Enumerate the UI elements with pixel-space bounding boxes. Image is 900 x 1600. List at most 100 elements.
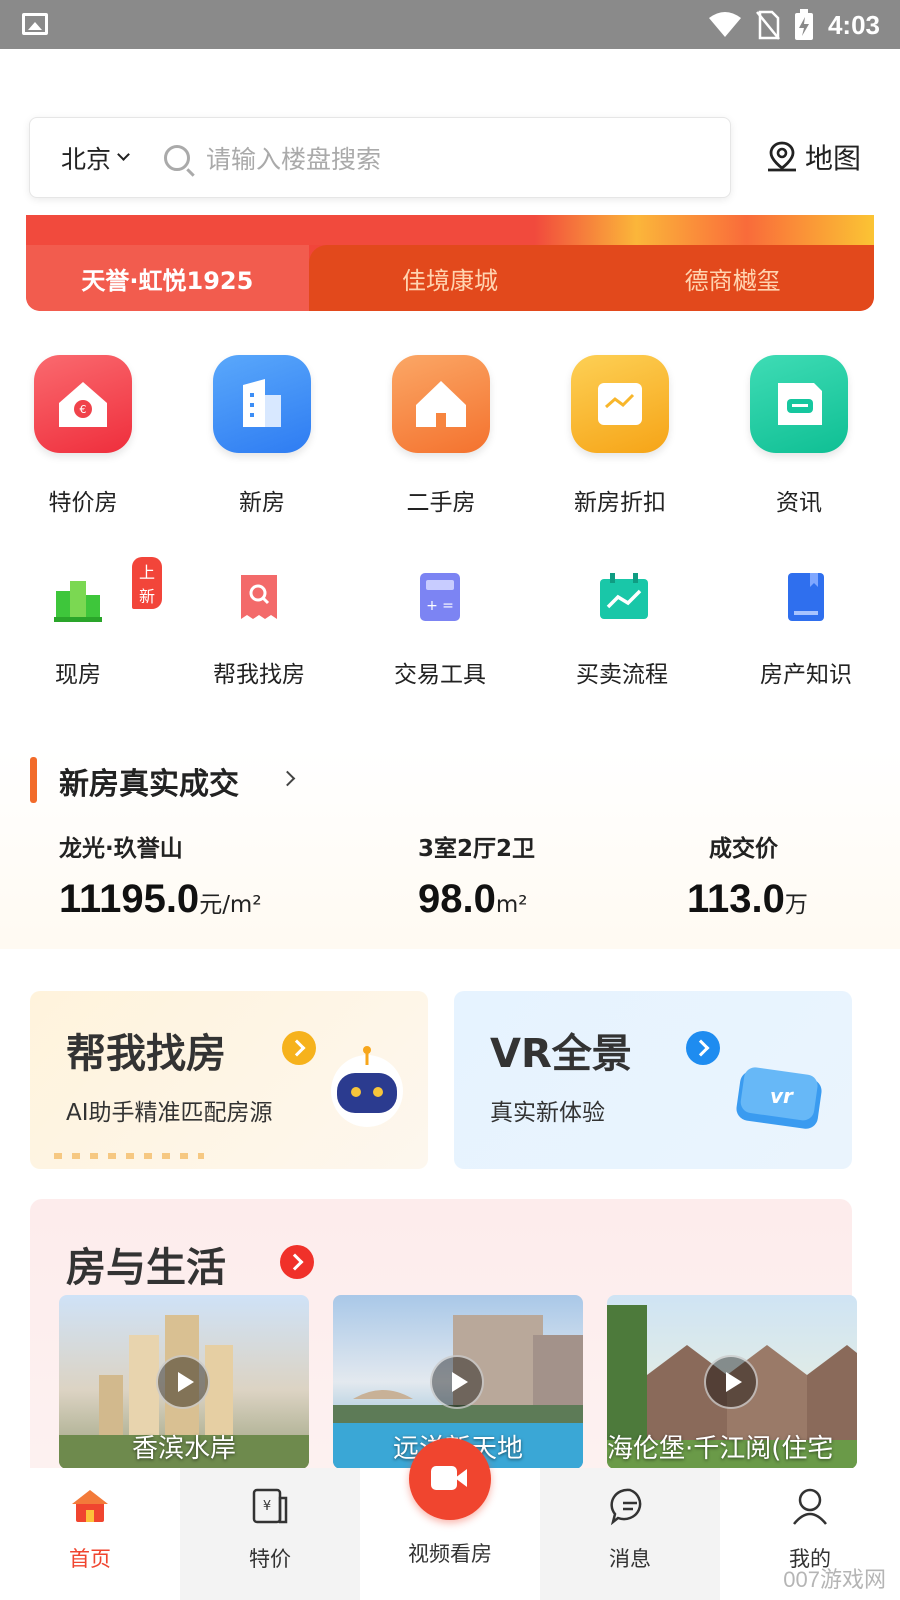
category-ready-house[interactable]: 上新 现房: [8, 557, 163, 689]
battery-charging-icon: [794, 9, 813, 40]
category-second-hand[interactable]: 二手房: [371, 355, 511, 517]
category-label: 买卖流程: [576, 662, 668, 688]
play-icon: [430, 1355, 484, 1409]
find-house-card[interactable]: 帮我找房 AI助手精准匹配房源: [30, 991, 428, 1169]
tab-special[interactable]: ¥ 特价: [180, 1468, 360, 1600]
book-icon: [782, 571, 830, 623]
banner-decoration: [26, 215, 874, 245]
svg-text:=: =: [442, 598, 454, 614]
map-button[interactable]: 地图: [765, 137, 861, 177]
video-card[interactable]: 香滨水岸: [59, 1295, 309, 1469]
deal-project-col: 龙光·玖誉山 11195.0元/m²: [59, 829, 262, 922]
search-icon: [164, 144, 191, 171]
project-tabs: 天誉·虹悦1925 佳境康城 德商樾玺: [26, 245, 874, 311]
tab-project-1[interactable]: 天誉·虹悦1925: [26, 245, 309, 311]
message-icon: [610, 1488, 642, 1526]
home-icon: [72, 1490, 108, 1522]
ready-house-icon: 上新: [54, 557, 163, 623]
city-selector[interactable]: 北京: [61, 140, 130, 176]
video-camera-icon[interactable]: [409, 1438, 491, 1520]
category-special-price[interactable]: € 特价房: [13, 355, 153, 517]
sub-category-grid: 上新 现房 帮我找房 + = 交易工具 买卖流程 房产知识: [0, 557, 900, 701]
category-trade-process[interactable]: 买卖流程: [552, 571, 692, 689]
tab-home[interactable]: 首页: [0, 1468, 180, 1600]
deal-area-unit: m²: [495, 892, 528, 918]
category-discount[interactable]: 新房折扣: [550, 355, 690, 517]
category-new-house[interactable]: 新房: [192, 355, 332, 517]
new-building-icon: [213, 355, 311, 453]
category-label: 资讯: [776, 490, 822, 516]
image-notification-icon: [22, 13, 48, 35]
deal-price-label: 成交价: [709, 836, 778, 862]
svg-text:€: €: [80, 403, 87, 416]
deal-price-col: 成交价 113.0万: [687, 829, 808, 922]
city-label: 北京: [61, 144, 112, 174]
tab-label: 消息: [609, 1547, 651, 1571]
category-knowledge[interactable]: 房产知识: [736, 571, 876, 689]
deal-layout: 3室2厅2卫: [418, 836, 536, 862]
discount-chart-icon: [571, 355, 669, 453]
tab-project-3[interactable]: 德商樾玺: [591, 245, 874, 311]
project-banner[interactable]: 天誉·虹悦1925 佳境康城 德商樾玺: [26, 215, 874, 311]
category-trade-tools[interactable]: + = 交易工具: [370, 571, 510, 689]
home-page: 北京 请输入楼盘搜索 地图 天誉·虹悦1925 佳境康城 德商樾玺 € 特价房: [0, 49, 900, 1600]
section-title: 新房真实成交: [59, 767, 239, 802]
tab-label: 首页: [69, 1547, 111, 1571]
category-label: 特价房: [48, 490, 118, 516]
second-hand-house-icon: [392, 355, 490, 453]
price-house-icon: €: [34, 355, 132, 453]
section-accent-bar: [30, 757, 37, 803]
deal-price: 113.0: [687, 877, 785, 921]
search-bar[interactable]: 北京 请输入楼盘搜索: [29, 117, 731, 198]
no-sim-icon: [755, 10, 780, 40]
tab-label: 特价: [249, 1547, 291, 1571]
deal-layout-col: 3室2厅2卫 98.0m²: [418, 829, 535, 922]
card-subtitle: AI助手精准匹配房源: [66, 1100, 273, 1126]
svg-text:vr: vr: [770, 1084, 794, 1108]
map-label: 地图: [805, 142, 862, 175]
tab-messages[interactable]: 消息: [540, 1468, 720, 1600]
video-card[interactable]: 海伦堡·千江阅(住宅: [607, 1295, 857, 1469]
category-find-house[interactable]: 帮我找房: [189, 571, 329, 689]
robot-icon: [331, 1046, 403, 1127]
decoration-arrows: [54, 1153, 204, 1159]
find-house-icon: [235, 571, 283, 623]
video-caption: 海伦堡·千江阅(住宅: [607, 1434, 834, 1464]
card-title: 帮我找房: [66, 1031, 226, 1077]
vr-card[interactable]: VR全景 真实新体验 vr: [454, 991, 852, 1169]
calculator-icon: + =: [416, 571, 464, 623]
arrow-right-icon: [282, 1031, 316, 1065]
category-label: 二手房: [406, 490, 476, 516]
inactive-tabs: 佳境康城 德商樾玺: [308, 245, 874, 311]
chevron-down-icon: [117, 148, 130, 161]
play-icon: [156, 1355, 210, 1409]
category-label: 房产知识: [760, 662, 852, 688]
map-pin-icon: [768, 141, 796, 172]
deal-unit-price-unit: 元/m²: [199, 892, 262, 918]
main-category-grid: € 特价房 新房 二手房 新房折扣 资讯: [0, 355, 900, 517]
tab-project-2[interactable]: 佳境康城: [309, 245, 592, 311]
play-icon: [704, 1355, 758, 1409]
category-label: 新房折扣: [574, 490, 666, 516]
user-icon: [793, 1488, 827, 1525]
category-news[interactable]: 资讯: [729, 355, 869, 517]
category-label: 交易工具: [394, 662, 486, 688]
deal-unit-price: 11195.0: [59, 877, 200, 921]
clock-time: 4:03: [827, 9, 880, 40]
card-subtitle: 真实新体验: [490, 1100, 605, 1126]
category-label: 帮我找房: [213, 662, 305, 688]
category-label: 现房: [55, 662, 101, 688]
chevron-right-icon: [279, 770, 296, 787]
watermark: 007游戏网: [783, 1567, 886, 1592]
arrow-right-icon[interactable]: [280, 1245, 314, 1279]
search-input[interactable]: 请输入楼盘搜索: [206, 140, 381, 176]
real-deal-section[interactable]: 新房真实成交 龙光·玖誉山 11195.0元/m² 3室2厅2卫 98.0m² …: [0, 749, 900, 949]
svg-text:+: +: [426, 598, 438, 614]
category-label: 新房: [239, 490, 285, 516]
card-title: VR全景: [490, 1031, 632, 1077]
section-title: 房与生活: [66, 1245, 226, 1291]
video-caption: 香滨水岸: [131, 1434, 236, 1464]
arrow-right-icon: [686, 1031, 720, 1065]
deal-project-name: 龙光·玖誉山: [59, 836, 183, 862]
price-tag-icon: ¥: [252, 1488, 288, 1524]
